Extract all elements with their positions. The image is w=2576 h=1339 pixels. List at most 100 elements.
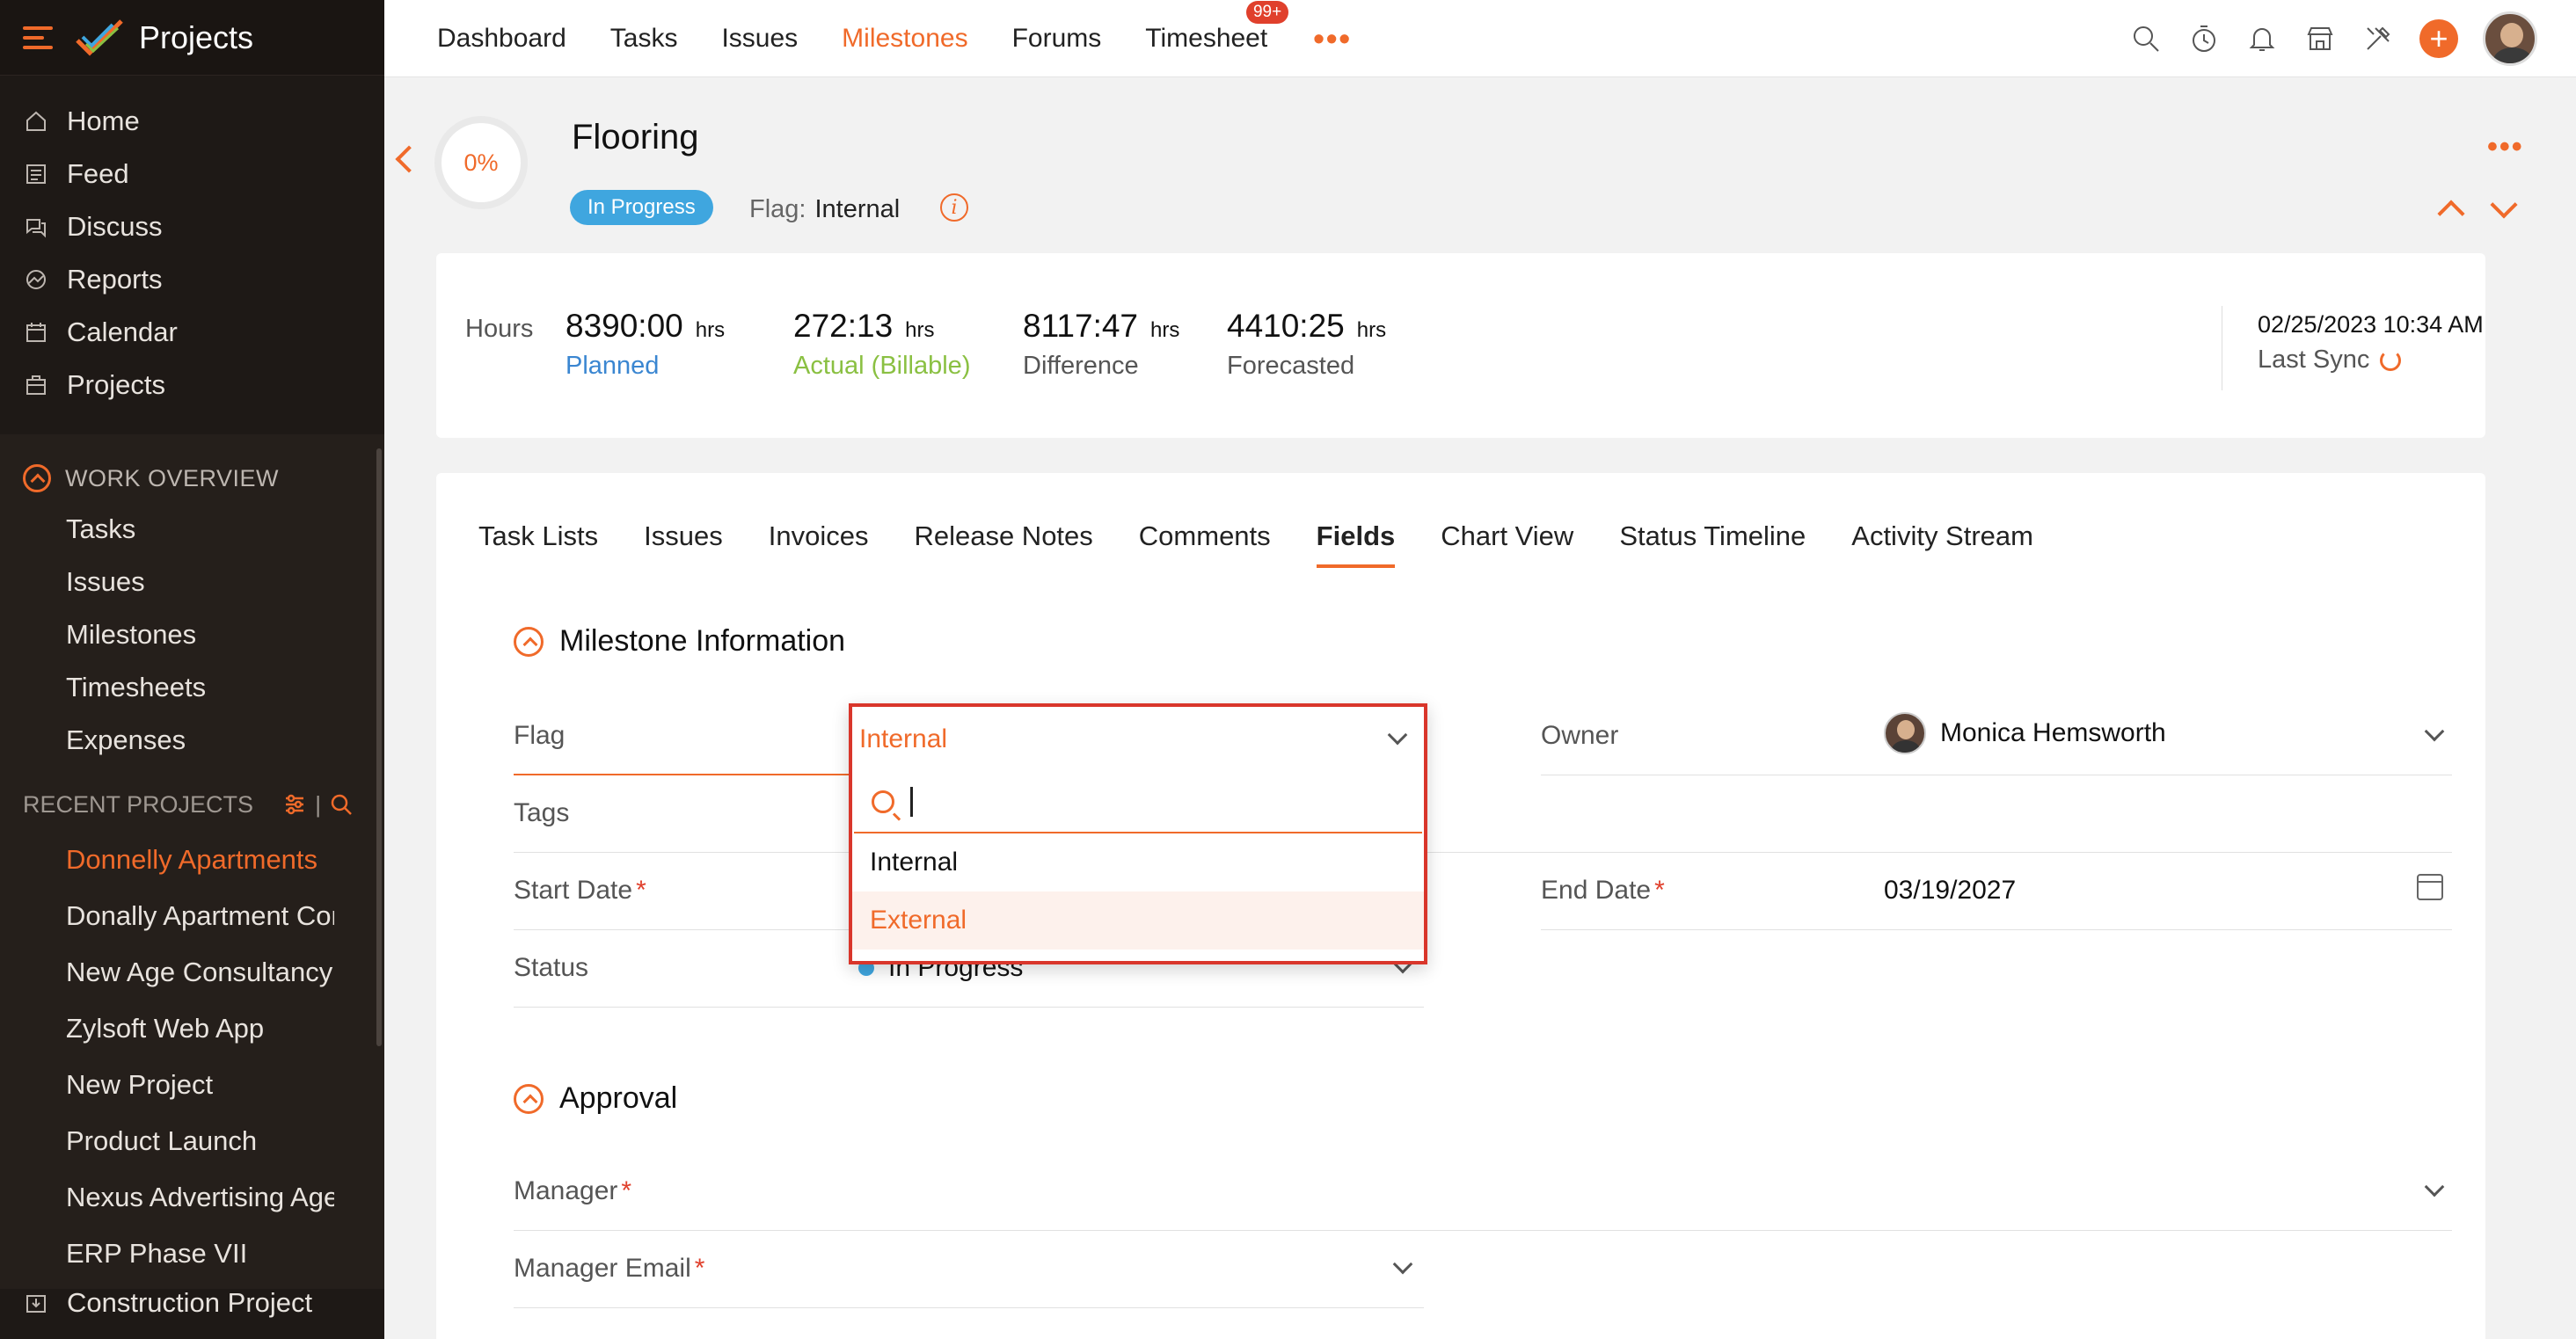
store-icon[interactable] — [2303, 22, 2337, 55]
collapse-icon — [514, 1083, 544, 1114]
owner-value: Monica Hemsworth — [1940, 718, 2166, 747]
work-overview-header[interactable]: WORK OVERVIEW — [0, 454, 384, 503]
notification-badge: 99+ — [1245, 0, 1289, 24]
recent-project-item[interactable]: New Age Consultancy — [0, 944, 334, 1001]
nav-reports[interactable]: Reports — [0, 253, 384, 306]
user-avatar[interactable] — [2483, 11, 2537, 66]
label-text: End Date — [1541, 876, 1652, 905]
search-icon — [872, 790, 894, 813]
brand-bar: Projects — [0, 0, 384, 76]
manager-label: Manager * — [514, 1176, 632, 1205]
progress-value: 0% — [463, 149, 499, 176]
nav-home[interactable]: Home — [0, 95, 384, 148]
tools-icon[interactable] — [2361, 22, 2395, 55]
sidebar-item-tasks[interactable]: Tasks — [0, 503, 384, 556]
sidebar-item-issues[interactable]: Issues — [0, 556, 384, 608]
forecasted-value: 4410:25 — [1227, 308, 1345, 344]
discuss-icon — [23, 214, 49, 240]
top-tab-forums[interactable]: Forums — [1012, 24, 1102, 54]
milestone-info-header[interactable]: Milestone Information — [514, 624, 845, 659]
dropdown-search-input[interactable] — [854, 772, 1422, 833]
tab-release-notes[interactable]: Release Notes — [914, 520, 1092, 568]
more-options-icon[interactable]: ••• — [2487, 130, 2524, 164]
sidebar-scrollbar[interactable] — [376, 448, 382, 1046]
approval-header[interactable]: Approval — [514, 1081, 677, 1116]
actual-value: 272:13 — [793, 308, 894, 344]
difference-value: 8117:47 — [1023, 308, 1138, 344]
tab-comments[interactable]: Comments — [1139, 520, 1271, 568]
nav-label: Projects — [67, 369, 165, 400]
owner-label: Owner — [1541, 721, 1619, 750]
chevron-down-icon[interactable] — [1387, 724, 1408, 746]
dropdown-option-internal[interactable]: Internal — [852, 833, 1424, 891]
more-icon[interactable]: ••• — [1313, 20, 1352, 57]
recent-project-item[interactable]: Donnelly Apartments — [0, 832, 334, 888]
recent-project-item[interactable]: Zylsoft Web App — [0, 1001, 334, 1057]
recent-project-item[interactable]: Nexus Advertising Agency — [0, 1169, 334, 1226]
flag-label: Flag — [514, 721, 566, 750]
tags-field-row[interactable]: Tags — [514, 775, 2452, 853]
timer-icon[interactable] — [2187, 22, 2221, 55]
end-date-field-row[interactable]: End Date * 03/19/2027 — [1541, 853, 2452, 930]
tab-invoices[interactable]: Invoices — [769, 520, 869, 568]
tab-activity-stream[interactable]: Activity Stream — [1851, 520, 2033, 568]
unit: hrs — [1356, 318, 1387, 342]
top-tab-milestones[interactable]: Milestones — [842, 24, 967, 54]
unit: hrs — [1150, 318, 1180, 342]
owner-field-row[interactable]: Owner Monica Hemsworth — [1541, 698, 2452, 775]
chevron-down-icon[interactable] — [2424, 1176, 2445, 1197]
info-icon[interactable]: i — [940, 193, 968, 222]
recent-project-item[interactable]: Product Launch — [0, 1113, 334, 1169]
filter-icon[interactable] — [283, 793, 306, 816]
projects-logo-icon — [76, 18, 123, 56]
sidebar-item-milestones[interactable]: Milestones — [0, 608, 384, 661]
tab-fields[interactable]: Fields — [1316, 520, 1395, 568]
search-icon[interactable] — [330, 793, 353, 816]
calendar-icon[interactable] — [2417, 874, 2443, 900]
add-icon[interactable]: + — [2419, 18, 2458, 58]
dropdown-option-external[interactable]: External — [852, 891, 1424, 950]
tab-task-lists[interactable]: Task Lists — [478, 520, 598, 568]
main-nav: Home Feed Discuss Reports Calendar Proje… — [0, 76, 384, 411]
nav-feed[interactable]: Feed — [0, 148, 384, 200]
search-icon[interactable] — [2129, 22, 2163, 55]
previous-icon[interactable] — [2437, 200, 2465, 228]
app-title: Projects — [139, 18, 254, 55]
flag-select[interactable]: Internal — [852, 707, 1424, 772]
next-icon[interactable] — [2490, 191, 2518, 219]
nav-discuss[interactable]: Discuss — [0, 200, 384, 253]
refresh-icon[interactable] — [2380, 349, 2402, 371]
nav-construction-project[interactable]: Construction Project — [0, 1277, 312, 1329]
recent-project-item[interactable]: ERP Phase VII — [0, 1226, 334, 1282]
menu-icon[interactable] — [23, 25, 53, 49]
top-tab-tasks[interactable]: Tasks — [610, 24, 678, 54]
manager-field-row[interactable]: Manager * — [514, 1153, 2452, 1231]
top-tab-dashboard[interactable]: Dashboard — [437, 24, 566, 54]
tab-chart-view[interactable]: Chart View — [1441, 520, 1573, 568]
bell-icon[interactable] — [2245, 22, 2279, 55]
top-tab-issues[interactable]: Issues — [721, 24, 798, 54]
recent-project-item[interactable]: New Project — [0, 1057, 334, 1113]
sidebar-item-expenses[interactable]: Expenses — [0, 714, 384, 767]
actual-caption: Actual (Billable) — [793, 352, 971, 380]
hours-label: Hours — [465, 315, 534, 343]
back-icon[interactable] — [395, 145, 423, 173]
flag-summary-label: Flag: — [749, 195, 806, 223]
chevron-down-icon[interactable] — [1392, 1254, 1413, 1275]
tab-issues[interactable]: Issues — [644, 520, 723, 568]
project-icon — [23, 1290, 49, 1316]
recent-project-item[interactable]: Donally Apartment Construction — [0, 888, 334, 944]
nav-projects[interactable]: Projects — [0, 359, 384, 411]
flag-summary-value: Internal — [814, 195, 901, 223]
manager-email-field-row[interactable]: Manager Email * — [514, 1231, 1424, 1308]
sidebar-item-timesheets[interactable]: Timesheets — [0, 661, 384, 714]
home-icon — [23, 108, 49, 135]
top-tab-timesheet[interactable]: Timesheet 99+ — [1145, 0, 1289, 54]
forecasted-hours: 4410:25 hrs Forecasted — [1227, 308, 1386, 381]
tab-status-timeline[interactable]: Status Timeline — [1619, 520, 1806, 568]
nav-calendar[interactable]: Calendar — [0, 306, 384, 359]
nav-label: Construction Project — [67, 1287, 313, 1318]
nav-label: Feed — [67, 158, 129, 189]
status-badge[interactable]: In Progress — [570, 190, 713, 225]
chevron-down-icon[interactable] — [2424, 721, 2445, 742]
